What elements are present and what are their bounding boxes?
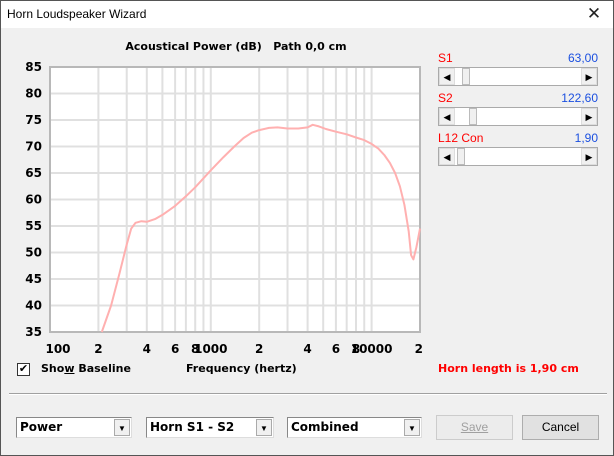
x-tick-label: 2 xyxy=(255,342,263,356)
section-dropdown[interactable]: Horn S1 - S2 ▼ xyxy=(146,417,274,438)
x-tick-label: 6 xyxy=(171,342,179,356)
y-tick-label: 35 xyxy=(25,325,42,339)
show-baseline-checkbox[interactable]: ✔ xyxy=(17,363,30,376)
arrow-right-icon[interactable]: ▶ xyxy=(581,148,597,165)
y-tick-label: 80 xyxy=(25,87,42,101)
x-tick-label: 4 xyxy=(143,342,151,356)
x-tick-label: 1000 xyxy=(194,342,227,356)
chevron-down-icon[interactable]: ▼ xyxy=(114,419,130,436)
slider-thumb[interactable] xyxy=(457,148,466,165)
window-title: Horn Loudspeaker Wizard xyxy=(7,7,147,21)
dropdown-value: Combined xyxy=(291,420,359,434)
x-tick-label: 2 xyxy=(94,342,102,356)
chart-title: Acoustical Power (dB) Path 0,0 cm xyxy=(125,40,347,53)
separator xyxy=(9,393,607,395)
title-bar: Horn Loudspeaker Wizard ✕ xyxy=(1,1,613,28)
slider-0[interactable]: ◀ ▶ xyxy=(438,67,598,86)
y-tick-label: 65 xyxy=(25,166,42,180)
save-label: Save xyxy=(460,420,489,434)
arrow-right-icon[interactable]: ▶ xyxy=(581,108,597,125)
mode-dropdown[interactable]: Combined ▼ xyxy=(287,417,422,438)
slider-value: 1,90 xyxy=(574,131,598,145)
arrow-left-icon[interactable]: ◀ xyxy=(439,148,455,165)
y-tick-label: 60 xyxy=(25,193,42,207)
slider-thumb[interactable] xyxy=(462,68,471,85)
x-tick-label: 6 xyxy=(332,342,340,356)
label-accelerator: w xyxy=(64,362,75,375)
label-part: Baseline xyxy=(74,362,131,375)
label-part: Sho xyxy=(41,362,65,375)
measure-dropdown[interactable]: Power ▼ xyxy=(16,417,132,438)
y-tick-label: 45 xyxy=(25,272,42,286)
slider-label: L12 Con xyxy=(438,131,484,145)
chevron-down-icon[interactable]: ▼ xyxy=(256,419,272,436)
x-tick-label: 100 xyxy=(45,342,70,356)
y-tick-label: 75 xyxy=(25,113,42,127)
chevron-down-icon[interactable]: ▼ xyxy=(404,419,420,436)
arrow-left-icon[interactable]: ◀ xyxy=(439,68,455,85)
y-tick-label: 85 xyxy=(25,60,42,74)
y-tick-label: 55 xyxy=(25,219,42,233)
close-icon[interactable]: ✕ xyxy=(579,3,609,25)
y-tick-label: 40 xyxy=(25,299,42,313)
x-axis-label: Frequency (hertz) xyxy=(186,362,297,375)
x-tick-label: 2 xyxy=(415,342,423,356)
slider-1[interactable]: ◀ ▶ xyxy=(438,107,598,126)
y-tick-label: 50 xyxy=(25,246,42,260)
slider-thumb[interactable] xyxy=(469,108,478,125)
y-tick-label: 70 xyxy=(25,140,42,154)
horn-length-text: Horn length is 1,90 cm xyxy=(438,362,579,375)
cancel-button[interactable]: Cancel xyxy=(522,415,599,440)
slider-value: 63,00 xyxy=(567,51,598,65)
dialog-window: Horn Loudspeaker Wizard ✕ Acoustical Pow… xyxy=(0,0,614,456)
arrow-left-icon[interactable]: ◀ xyxy=(439,108,455,125)
slider-value: 122,60 xyxy=(561,91,598,105)
dropdown-value: Power xyxy=(20,420,63,434)
x-tick-label: 10000 xyxy=(351,342,393,356)
arrow-right-icon[interactable]: ▶ xyxy=(581,68,597,85)
show-baseline-label[interactable]: Show Baseline xyxy=(41,362,131,375)
slider-label: S1 xyxy=(438,51,453,65)
slider-label: S2 xyxy=(438,91,453,105)
save-button[interactable]: Save xyxy=(436,415,513,440)
x-tick-label: 4 xyxy=(303,342,311,356)
slider-2[interactable]: ◀ ▶ xyxy=(438,147,598,166)
frequency-response-chart: 3540455055606570758085100 2 4 6 81000 2 4 6 8100… xyxy=(25,60,423,356)
dropdown-value: Horn S1 - S2 xyxy=(150,420,235,434)
